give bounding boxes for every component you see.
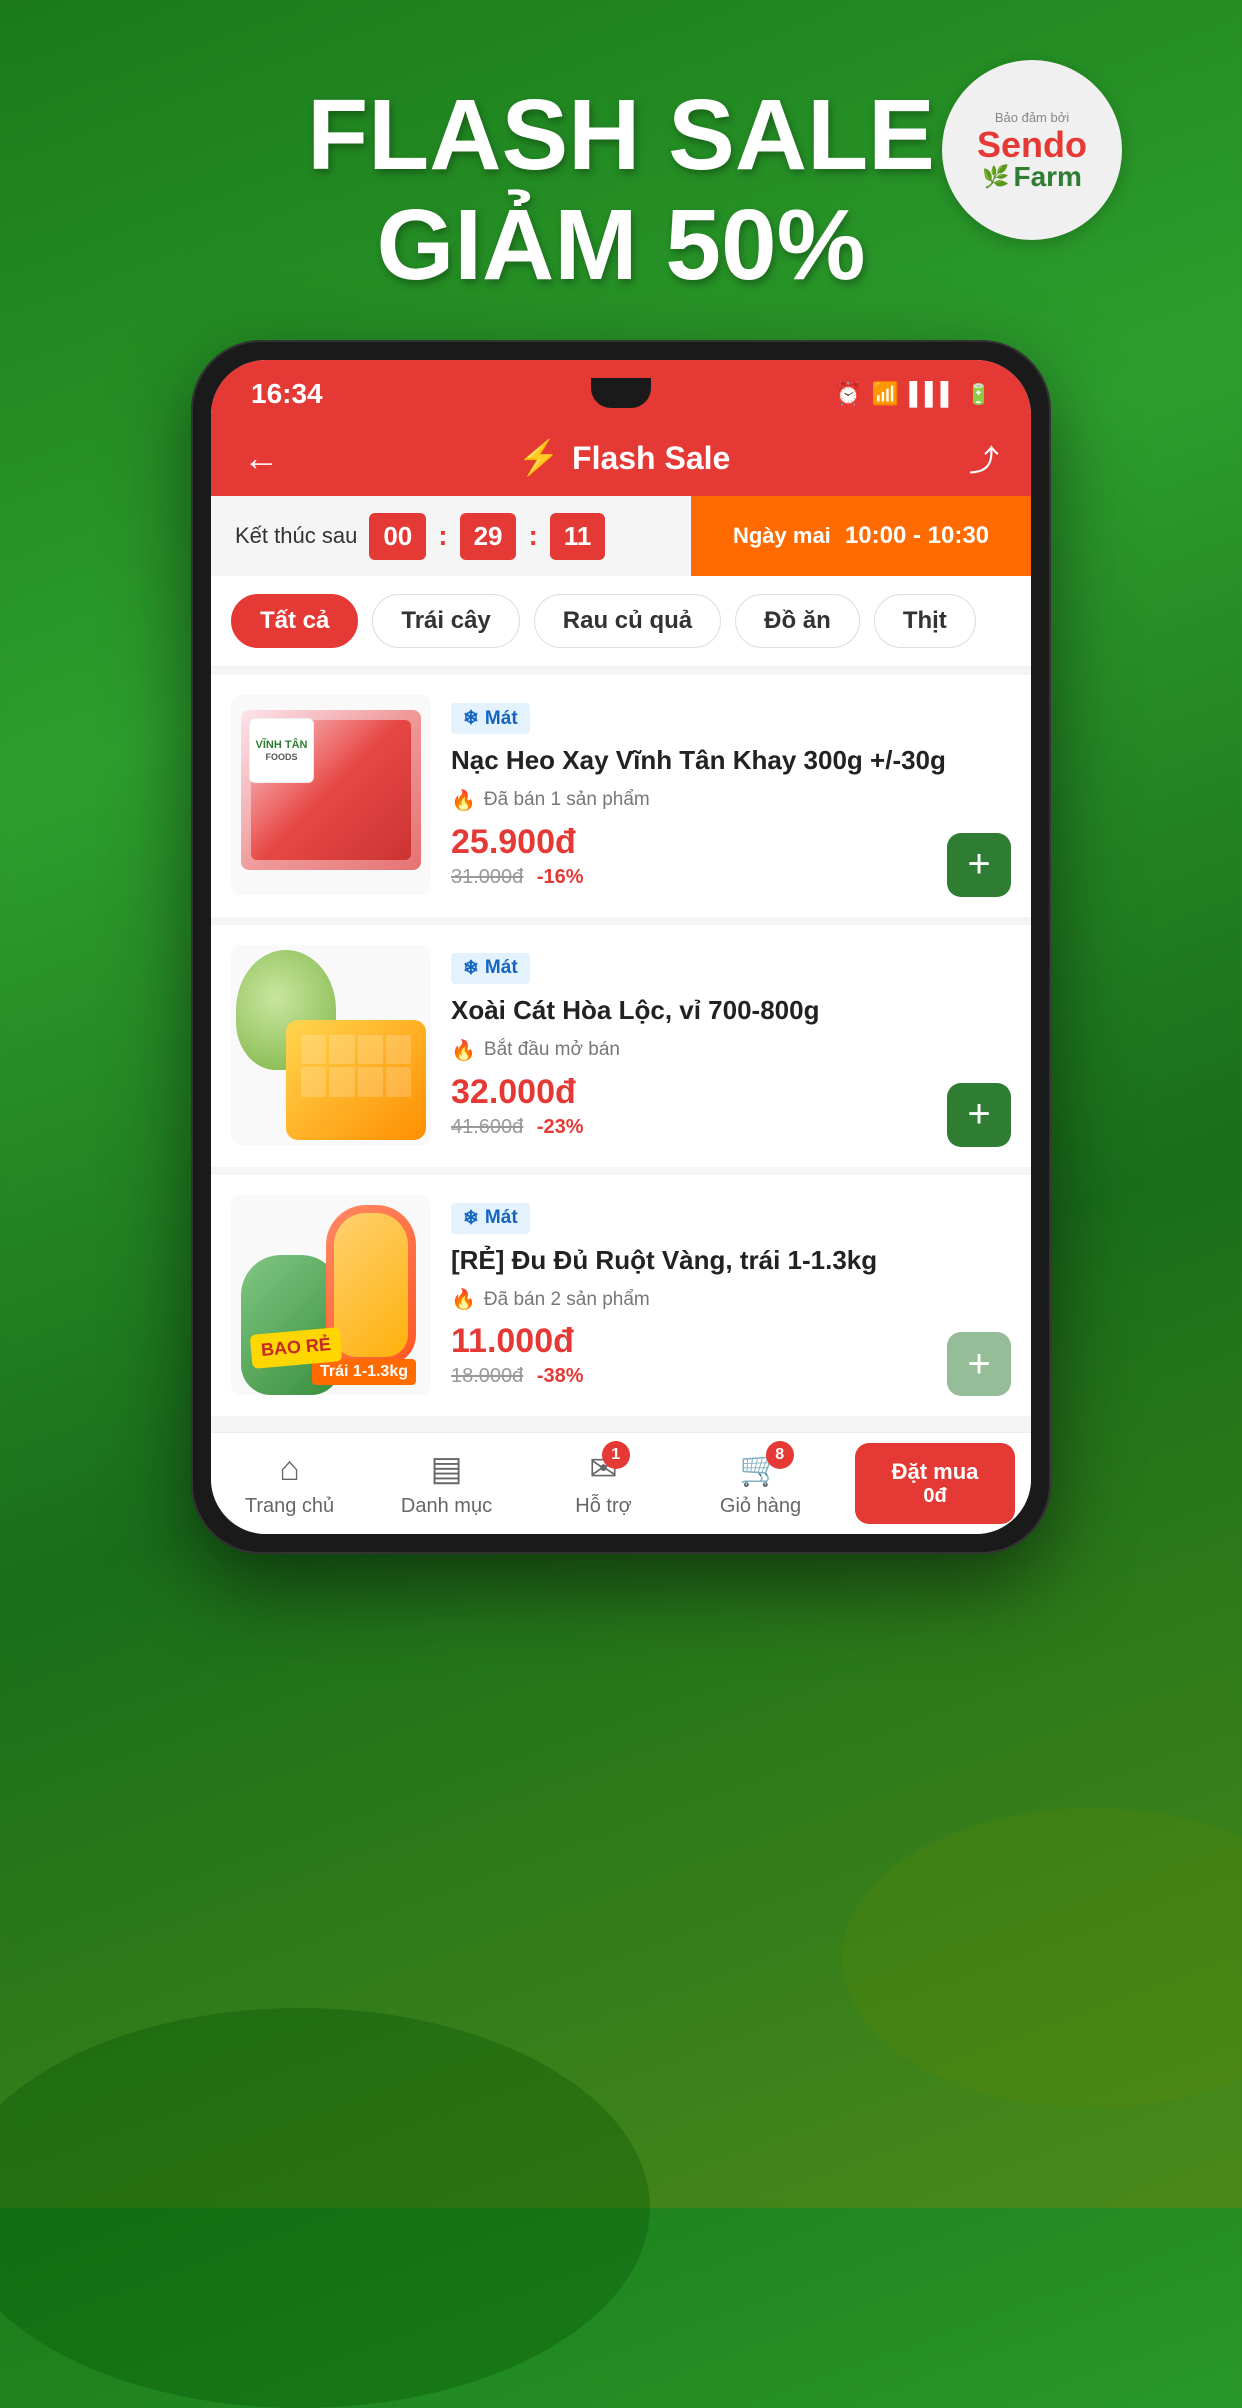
nav-support-label: Hỗ trợ — [575, 1495, 631, 1518]
fire-icon-2: 🔥 — [451, 1038, 476, 1063]
sendo-farm-logo: Bảo đảm bởi Sendo 🌿 Farm — [942, 60, 1122, 240]
category-icon: ▤ — [430, 1449, 462, 1489]
product-card-1[interactable]: VĨNH TÂN FOODS ❄ Mát Nạc Heo Xay Vĩnh Tâ… — [211, 675, 1031, 917]
product-name-3: [RẺ] Đu Đủ Ruột Vàng, trái 1-1.3kg — [451, 1244, 1011, 1278]
timer-sep-1: : — [438, 520, 447, 552]
sold-bar-1: 🔥 Đã bán 1 sản phẩm — [451, 788, 1011, 813]
timer-label: Kết thúc sau — [235, 523, 357, 549]
discount-2: -23% — [537, 1116, 584, 1138]
fire-icon-3: 🔥 — [451, 1287, 476, 1312]
nav-home-label: Trang chủ — [245, 1495, 334, 1518]
phone-screen: 16:34 ⏰ 📶 ▌▌▌ 🔋 ← ⚡ Flash Sale ⤴ — [211, 360, 1031, 1534]
product-info-2: ❄ Mát Xoài Cát Hòa Lộc, vỉ 700-800g 🔥 Bắ… — [451, 945, 1011, 1147]
bg-decoration-1 — [0, 2008, 650, 2408]
cart-badge: 8 — [766, 1441, 794, 1469]
page-title: Flash Sale — [572, 440, 730, 477]
timer-seconds: 11 — [550, 513, 606, 560]
snowflake-icon-3: ❄ — [463, 1207, 479, 1230]
logo-supported-text: Bảo đảm bởi — [995, 110, 1069, 125]
sold-text-2: Bắt đầu mở bán — [484, 1039, 620, 1061]
header-title-group: ⚡ Flash Sale — [518, 438, 731, 478]
logo-farm: Farm — [1013, 163, 1081, 191]
bg-decoration-2 — [842, 1808, 1242, 2108]
status-time: 16:34 — [251, 378, 323, 410]
price-original-3: 18.000đ -38% — [451, 1365, 1011, 1388]
order-button-label: Đặt mua — [892, 1459, 979, 1485]
sold-bar-3: 🔥 Đã bán 2 sản phẩm — [451, 1287, 1011, 1312]
discount-1: -16% — [537, 866, 584, 888]
price-current-2: 32.000đ — [451, 1073, 1011, 1112]
nav-category-label: Danh mục — [401, 1495, 492, 1518]
badge-mat-1: ❄ Mát — [451, 703, 530, 734]
battery-icon: 🔋 — [966, 382, 991, 407]
bottom-nav: ⌂ Trang chủ ▤ Danh mục ✉ 1 Hỗ trợ 🛒 — [211, 1432, 1031, 1534]
nav-cart[interactable]: 🛒 8 Giỏ hàng — [682, 1433, 839, 1534]
lightning-icon: ⚡ — [518, 438, 560, 478]
add-button-1[interactable]: + — [947, 833, 1011, 897]
fire-icon-1: 🔥 — [451, 788, 476, 813]
category-tabs: Tất cả Trái cây Rau củ quả Đồ ăn Thịt — [211, 576, 1031, 667]
timer-next-text: Ngày mai 10:00 - 10:30 — [733, 522, 989, 550]
wifi-icon: 📶 — [872, 381, 899, 407]
timer-sep-2: : — [528, 520, 537, 552]
nav-category[interactable]: ▤ Danh mục — [368, 1433, 525, 1534]
alarm-icon: ⏰ — [835, 381, 862, 407]
home-icon: ⌂ — [279, 1450, 300, 1489]
product-image-2 — [231, 945, 431, 1145]
cat-tab-all[interactable]: Tất cả — [231, 594, 358, 648]
price-current-1: 25.900đ — [451, 823, 1011, 862]
cat-tab-food[interactable]: Đồ ăn — [735, 594, 860, 648]
support-badge: 1 — [602, 1441, 630, 1469]
back-button[interactable]: ← — [243, 437, 279, 479]
price-current-3: 11.000đ — [451, 1322, 1011, 1361]
product-card-3[interactable]: BAO RẺ Trái 1-1.3kg ❄ Mát [RẺ] Đu Đủ Ruộ… — [211, 1175, 1031, 1417]
snowflake-icon-1: ❄ — [463, 707, 479, 730]
timer-minutes: 29 — [460, 513, 517, 560]
sold-text-1: Đã bán 1 sản phẩm — [484, 789, 650, 811]
sold-text-3: Đã bán 2 sản phẩm — [484, 1289, 650, 1311]
product-name-1: Nạc Heo Xay Vĩnh Tân Khay 300g +/-30g — [451, 744, 1011, 778]
timer-bar: Kết thúc sau 00 : 29 : 11 Ngày mai 10:00… — [211, 496, 1031, 576]
product-card-2[interactable]: ❄ Mát Xoài Cát Hòa Lộc, vỉ 700-800g 🔥 Bắ… — [211, 925, 1031, 1167]
badge-mat-2: ❄ Mát — [451, 953, 530, 984]
phone-frame: 16:34 ⏰ 📶 ▌▌▌ 🔋 ← ⚡ Flash Sale ⤴ — [191, 340, 1051, 1554]
discount-3: -38% — [537, 1365, 584, 1387]
price-original-2: 41.600đ -23% — [451, 1116, 1011, 1139]
cat-tab-fruit[interactable]: Trái cây — [372, 594, 519, 648]
add-button-3[interactable]: + — [947, 1332, 1011, 1396]
product-image-1: VĨNH TÂN FOODS — [231, 695, 431, 895]
brand-label: VĨNH TÂN FOODS — [249, 718, 314, 783]
price-original-1: 31.000đ -16% — [451, 866, 1011, 889]
status-icons-group: ⏰ 📶 ▌▌▌ 🔋 — [835, 381, 991, 407]
nav-home[interactable]: ⌂ Trang chủ — [211, 1434, 368, 1534]
order-button[interactable]: Đặt mua 0đ — [855, 1443, 1015, 1524]
badge-mat-3: ❄ Mát — [451, 1203, 530, 1234]
sold-bar-2: 🔥 Bắt đầu mở bán — [451, 1038, 1011, 1063]
timer-countdown: Kết thúc sau 00 : 29 : 11 — [211, 496, 691, 576]
nav-cart-label: Giỏ hàng — [720, 1495, 801, 1518]
phone-mockup: 16:34 ⏰ 📶 ▌▌▌ 🔋 ← ⚡ Flash Sale ⤴ — [191, 340, 1051, 1554]
support-icon: ✉ 1 — [589, 1449, 618, 1489]
cat-tab-veggie[interactable]: Rau củ quả — [534, 594, 721, 648]
signal-icon: ▌▌▌ — [909, 381, 956, 407]
camera-notch — [591, 378, 651, 408]
timer-hours: 00 — [369, 513, 426, 560]
cart-icon: 🛒 8 — [739, 1449, 781, 1489]
product-list: VĨNH TÂN FOODS ❄ Mát Nạc Heo Xay Vĩnh Tâ… — [211, 667, 1031, 1432]
order-button-price: 0đ — [923, 1485, 946, 1508]
nav-support[interactable]: ✉ 1 Hỗ trợ — [525, 1433, 682, 1534]
timer-next-session[interactable]: Ngày mai 10:00 - 10:30 — [691, 496, 1031, 576]
product-image-3: BAO RẺ Trái 1-1.3kg — [231, 1195, 431, 1395]
logo-sendo: Sendo — [977, 127, 1087, 163]
cat-tab-meat[interactable]: Thịt — [874, 594, 976, 648]
app-header: ← ⚡ Flash Sale ⤴ — [211, 420, 1031, 496]
share-button[interactable]: ⤴ — [969, 436, 999, 480]
product-name-2: Xoài Cát Hòa Lộc, vỉ 700-800g — [451, 994, 1011, 1028]
product-info-3: ❄ Mát [RẺ] Đu Đủ Ruột Vàng, trái 1-1.3kg… — [451, 1195, 1011, 1397]
snowflake-icon-2: ❄ — [463, 957, 479, 980]
mango-cut-img — [286, 1020, 426, 1140]
add-button-2[interactable]: + — [947, 1083, 1011, 1147]
trai-badge: Trái 1-1.3kg — [312, 1359, 416, 1385]
product-info-1: ❄ Mát Nạc Heo Xay Vĩnh Tân Khay 300g +/-… — [451, 695, 1011, 897]
